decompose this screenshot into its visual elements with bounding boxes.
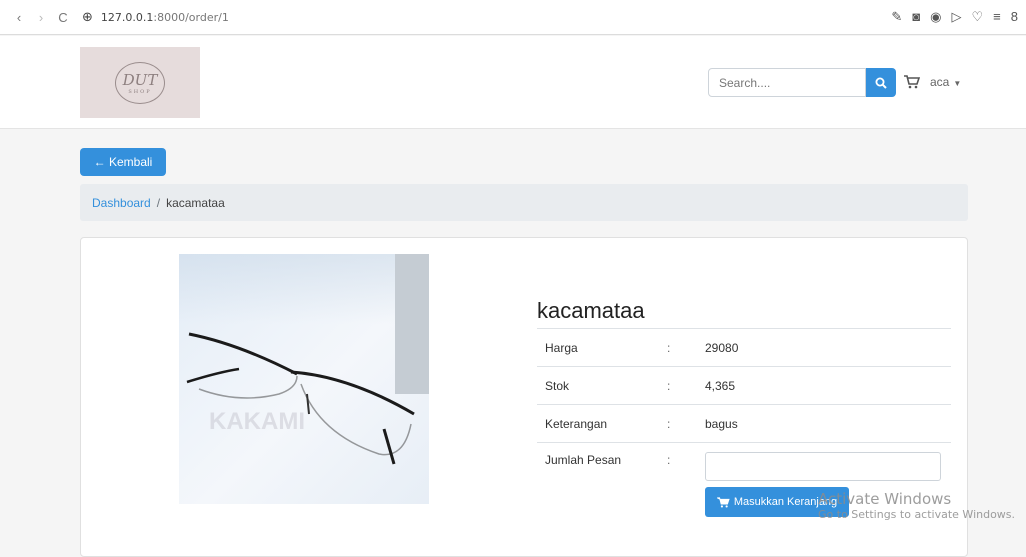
search-input[interactable] xyxy=(708,68,866,97)
forward-nav-icon[interactable]: › xyxy=(30,10,52,25)
site-navbar: DUT SHOP aca▼ xyxy=(0,36,1026,129)
detail-value-stock: 4,365 xyxy=(705,366,951,405)
play-icon[interactable]: ▷ xyxy=(952,9,962,25)
browser-toolbar: ‹ › C ⊕ 127.0.0.1 :8000/order/1 ✎ ◙ ◉ ▷ … xyxy=(0,0,1026,35)
watermark-line2: Go to Settings to activate Windows. xyxy=(818,508,1016,521)
user-name: aca xyxy=(930,75,950,89)
detail-label: Harga xyxy=(537,328,667,367)
profile-icon[interactable]: 8 xyxy=(1011,9,1018,25)
detail-label: Keterangan xyxy=(537,404,667,443)
shop-logo[interactable]: DUT SHOP xyxy=(80,47,200,118)
url-host: 127.0.0.1 xyxy=(100,10,154,24)
detail-colon: : xyxy=(667,404,705,443)
caret-down-icon: ▼ xyxy=(953,79,962,88)
camera-icon[interactable]: ◙ xyxy=(912,9,920,25)
menu-icon[interactable]: ≡ xyxy=(993,9,1001,25)
product-title: kacamataa xyxy=(537,298,645,323)
browser-actions: ✎ ◙ ◉ ▷ ♡ ≡ 8 xyxy=(891,9,1018,25)
activate-windows-watermark: Activate Windows Go to Settings to activ… xyxy=(818,490,1015,521)
user-dropdown[interactable]: aca ▼ xyxy=(930,75,961,89)
breadcrumb: Dashboard / kacamataa xyxy=(80,184,968,221)
breadcrumb-current: kacamataa xyxy=(166,195,225,210)
image-watermark-text: KAKAMI xyxy=(209,408,305,435)
globe-icon: ⊕ xyxy=(82,9,93,25)
search-button[interactable] xyxy=(866,68,896,97)
shield-icon[interactable]: ◉ xyxy=(930,9,941,25)
logo-small-text: SHOP xyxy=(128,88,152,95)
detail-colon: : xyxy=(667,328,705,367)
back-button[interactable]: ← Kembali xyxy=(80,148,166,176)
search-icon xyxy=(875,77,887,89)
breadcrumb-dashboard-link[interactable]: Dashboard xyxy=(92,196,151,210)
edit-icon[interactable]: ✎ xyxy=(891,9,902,25)
detail-value-description: bagus xyxy=(705,404,951,443)
reload-icon[interactable]: C xyxy=(52,10,74,25)
product-image: KAKAMI xyxy=(179,254,429,504)
logo-script-text: DUT xyxy=(122,70,158,89)
detail-row-stok: Stok : 4,365 xyxy=(537,366,951,405)
watermark-line1: Activate Windows xyxy=(818,490,952,508)
cart-icon xyxy=(716,496,730,508)
quantity-input[interactable] xyxy=(705,452,941,481)
detail-label: Jumlah Pesan xyxy=(537,442,667,533)
breadcrumb-separator: / xyxy=(156,195,161,210)
detail-row-harga: Harga : 29080 xyxy=(537,328,951,367)
detail-row-keterangan: Keterangan : bagus xyxy=(537,404,951,443)
cart-icon[interactable] xyxy=(904,75,920,89)
back-nav-icon[interactable]: ‹ xyxy=(8,10,30,25)
address-bar[interactable]: ⊕ 127.0.0.1 :8000/order/1 xyxy=(82,10,229,25)
logo-emblem: DUT SHOP xyxy=(115,61,165,104)
detail-label: Stok xyxy=(537,366,667,405)
url-path: :8000/order/1 xyxy=(153,10,229,24)
detail-value-price: 29080 xyxy=(705,328,951,367)
detail-colon: : xyxy=(667,442,705,533)
heart-icon[interactable]: ♡ xyxy=(972,9,984,25)
detail-colon: : xyxy=(667,366,705,405)
